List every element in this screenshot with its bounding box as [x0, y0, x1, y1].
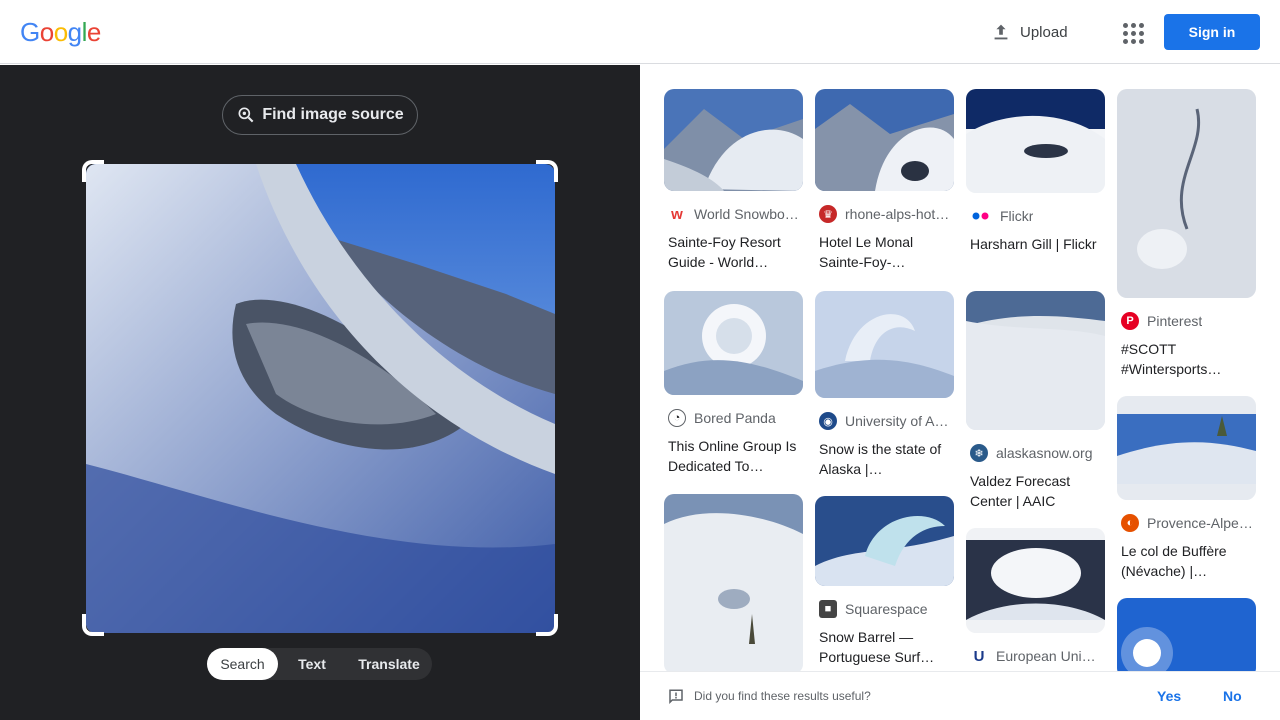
result-source: Flickr: [1000, 208, 1034, 224]
mode-search-tab[interactable]: Search: [207, 648, 278, 680]
pinterest-icon: P: [1121, 312, 1139, 330]
find-image-source-label: Find image source: [262, 106, 404, 123]
crop-handle-top-right[interactable]: [536, 160, 558, 182]
mode-translate-tab[interactable]: Translate: [346, 648, 432, 680]
result-source: Bored Panda: [694, 410, 776, 426]
result-thumbnail: [1117, 396, 1256, 500]
result-card[interactable]: ■ Squarespace Snow Barrel — Portuguese Su…: [815, 496, 954, 667]
upload-icon: [994, 24, 1008, 40]
favicon-icon: ■: [819, 600, 837, 618]
logo-letter: o: [53, 17, 68, 47]
result-card[interactable]: ♛ rhone-alps-hot… Hotel Le Monal Sainte-F…: [815, 89, 954, 272]
mode-text-tab[interactable]: Text: [278, 648, 346, 680]
logo-letter: g: [67, 17, 82, 47]
result-thumbnail: [966, 528, 1105, 633]
result-card[interactable]: ◐ Provence-Alpe… Le col de Buffère (Névac…: [1117, 396, 1256, 581]
top-bar: Google Upload Sign in: [0, 0, 1280, 64]
result-thumbnail: [966, 89, 1105, 193]
flickr-icon: [970, 207, 992, 225]
favicon-icon: w: [671, 205, 683, 223]
result-source: Provence-Alpe…: [1147, 515, 1253, 531]
result-thumbnail: [664, 291, 803, 395]
result-title: Le col de Buffère (Névache) |…: [1121, 543, 1227, 579]
result-title: Harsharn Gill | Flickr: [970, 236, 1097, 252]
find-image-source-button[interactable]: Find image source: [222, 95, 418, 135]
result-source: alaskasnow.org: [996, 445, 1093, 461]
feedback-no-button[interactable]: No: [1223, 688, 1242, 704]
feedback-question: Did you find these results useful?: [694, 689, 871, 703]
result-thumbnail: [815, 291, 954, 398]
result-card[interactable]: [664, 494, 803, 671]
result-thumbnail: [966, 291, 1105, 430]
result-title: Snow is the state of Alaska |…: [819, 441, 942, 477]
logo-letter: G: [20, 17, 40, 47]
query-image: [86, 164, 555, 633]
result-thumbnail: [815, 89, 954, 191]
result-card[interactable]: w World Snowbo… Sainte-Foy Resort Guide -…: [664, 89, 803, 272]
result-card[interactable]: P Pinterest #SCOTT #Wintersports…: [1117, 89, 1256, 379]
result-card[interactable]: ◔ Bored Panda This Online Group Is Dedica…: [664, 291, 803, 476]
crop-handle-bottom-left[interactable]: [82, 614, 104, 636]
result-source: rhone-alps-hot…: [845, 206, 950, 222]
result-title: #SCOTT #Wintersports…: [1121, 341, 1222, 377]
result-source: World Snowbo…: [694, 206, 799, 222]
logo-letter: e: [86, 17, 101, 47]
result-title: Snow Barrel — Portuguese Surf…: [819, 629, 935, 665]
lens-search-icon: [238, 107, 254, 123]
result-thumbnail: [1117, 89, 1256, 298]
query-image-pane: Find image source Search Text Translate: [0, 65, 640, 720]
favicon-icon: ◉: [819, 412, 837, 430]
sign-in-button[interactable]: Sign in: [1164, 14, 1260, 50]
favicon-icon: ♛: [819, 205, 837, 223]
result-source: Pinterest: [1147, 313, 1203, 329]
favicon-icon: ◔: [668, 409, 686, 427]
result-source: University of A…: [845, 413, 949, 429]
result-card[interactable]: Flickr Harsharn Gill | Flickr: [966, 89, 1105, 274]
upload-label: Upload: [1020, 23, 1068, 41]
result-card[interactable]: U European Univ…: [966, 528, 1105, 665]
result-thumbnail: [664, 89, 803, 191]
logo-letter: o: [39, 17, 54, 47]
result-card[interactable]: [1117, 598, 1256, 671]
feedback-bar: Did you find these results useful? Yes N…: [640, 671, 1280, 720]
result-thumbnail: [1117, 598, 1256, 671]
result-title: Sainte-Foy Resort Guide - World…: [668, 234, 781, 270]
upload-button[interactable]: Upload: [990, 20, 1068, 44]
feedback-yes-button[interactable]: Yes: [1157, 688, 1181, 704]
favicon-icon: ❄: [970, 444, 988, 462]
result-thumbnail: [664, 494, 803, 671]
result-source: Squarespace: [845, 601, 928, 617]
visual-matches-grid: w World Snowbo… Sainte-Foy Resort Guide -…: [640, 65, 1280, 671]
result-title: Hotel Le Monal Sainte-Foy-…: [819, 234, 914, 270]
feedback-icon: [669, 689, 683, 705]
favicon-icon: U: [970, 647, 988, 665]
crop-handle-top-left[interactable]: [82, 160, 104, 182]
apps-grid-icon[interactable]: [1118, 18, 1146, 46]
result-title: Valdez Forecast Center | AAIC: [970, 473, 1071, 509]
result-thumbnail: [815, 496, 954, 586]
google-logo[interactable]: Google: [20, 17, 101, 48]
result-source: European Univ…: [996, 648, 1102, 664]
result-card[interactable]: ◉ University of A… Snow is the state of A…: [815, 291, 954, 479]
crop-handle-bottom-right[interactable]: [536, 614, 558, 636]
result-title: This Online Group Is Dedicated To…: [668, 438, 797, 474]
result-card[interactable]: ❄ alaskasnow.org Valdez Forecast Center |…: [966, 291, 1105, 511]
mode-switcher: Search Text Translate: [207, 648, 432, 680]
favicon-icon: ◐: [1121, 514, 1139, 532]
